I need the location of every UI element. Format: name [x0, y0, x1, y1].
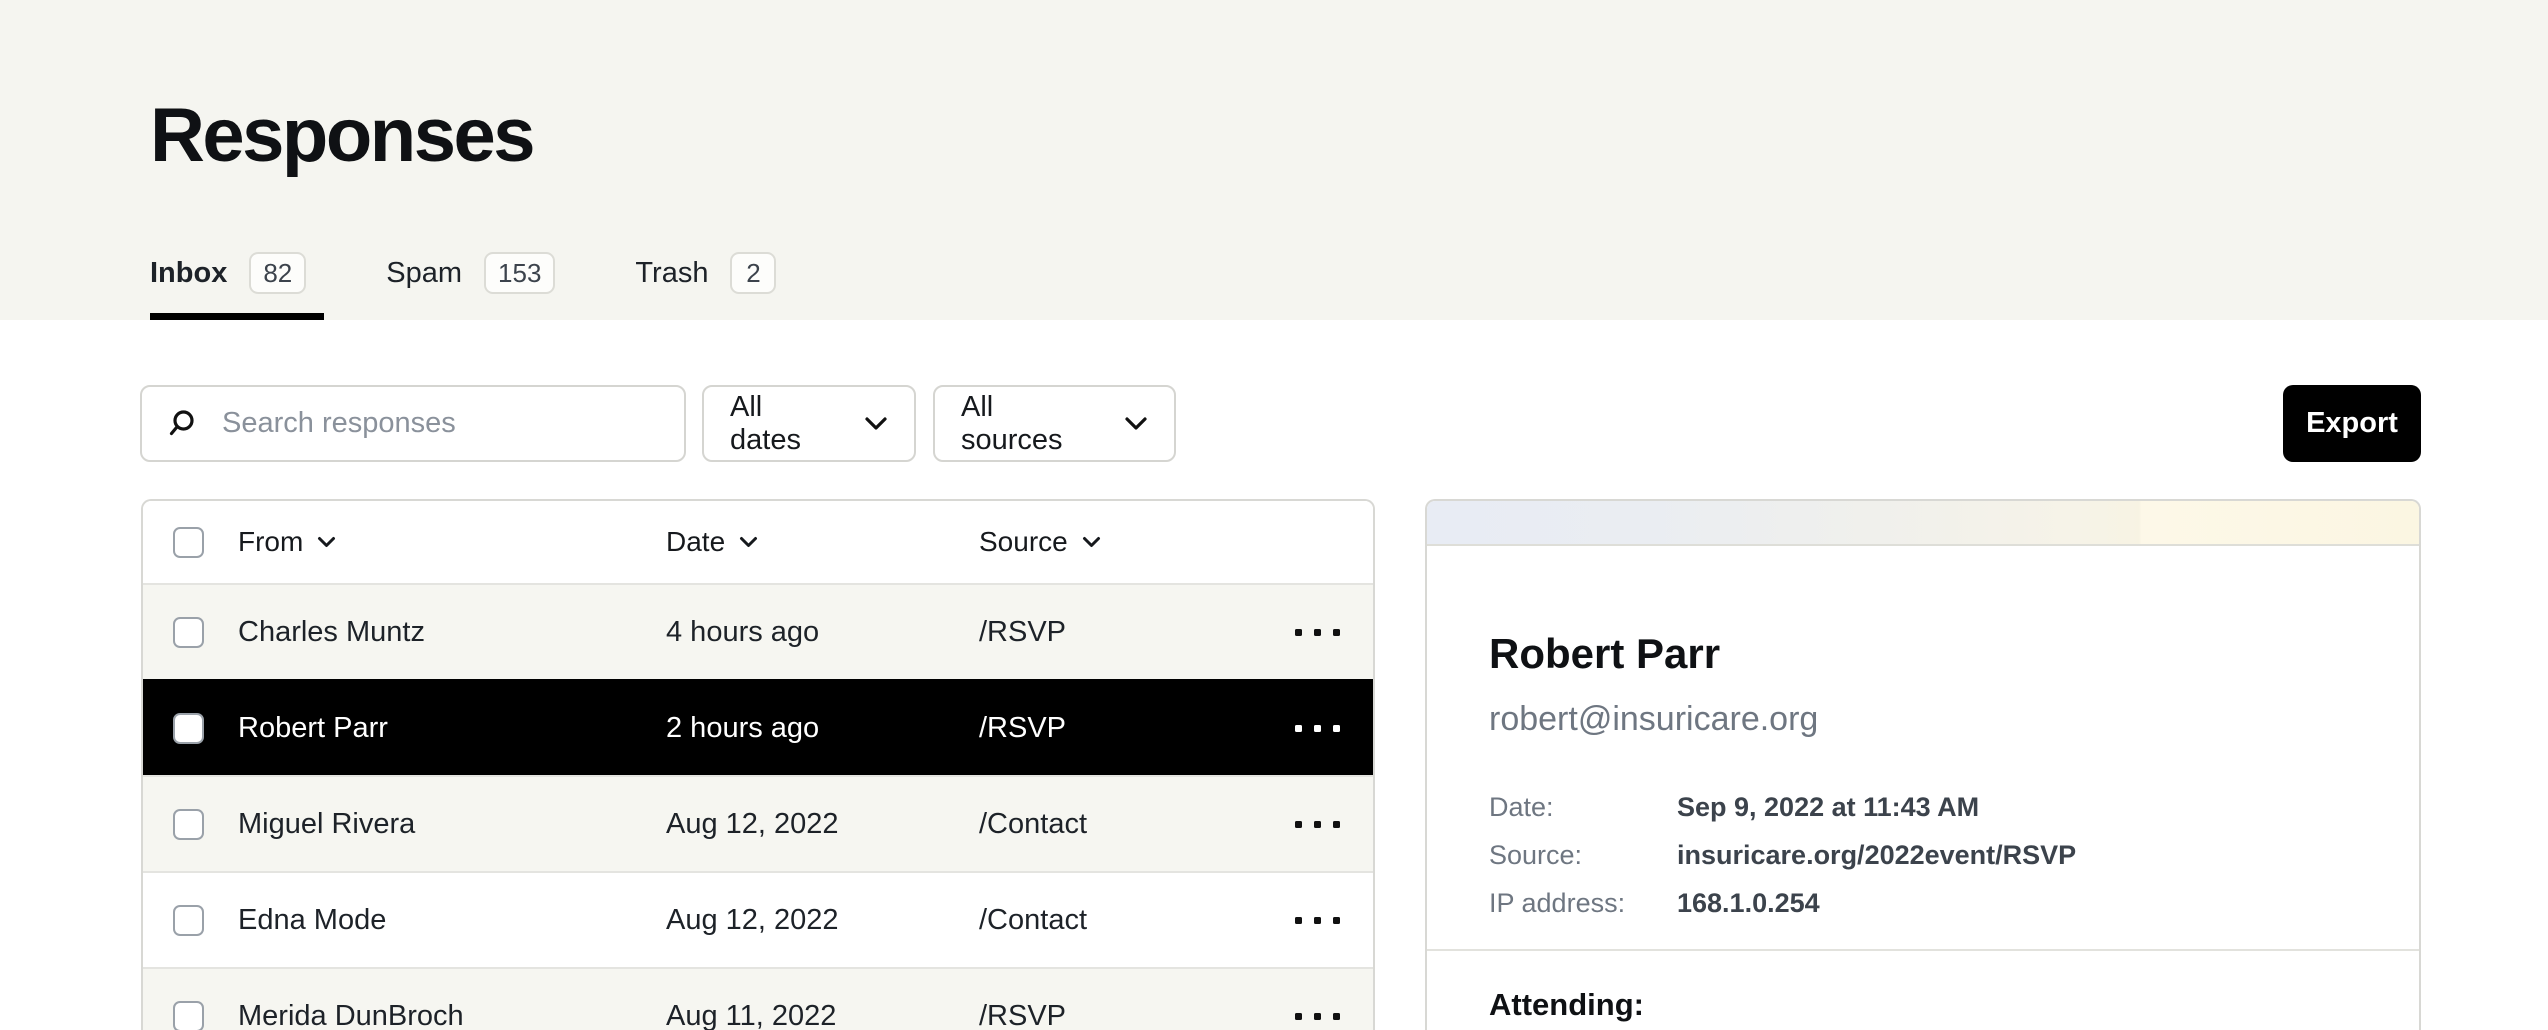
table-row[interactable]: Merida DunBroch Aug 11, 2022 /RSVP	[143, 967, 1373, 1030]
date-filter-value: All dates	[730, 391, 840, 457]
meta-row-source: Source: insuricare.org/2022event/RSVP	[1489, 831, 2357, 879]
row-name: Edna Mode	[238, 904, 666, 937]
meta-row-date: Date: Sep 9, 2022 at 11:43 AM	[1489, 783, 2357, 831]
tab-spam-count-badge: 153	[484, 252, 555, 294]
row-source: /RSVP	[979, 712, 1261, 745]
chevron-down-icon	[739, 536, 758, 549]
row-name: Charles Muntz	[238, 616, 666, 649]
detail-name: Robert Parr	[1489, 630, 2357, 678]
row-checkbox[interactable]	[173, 1001, 204, 1030]
search-box[interactable]	[140, 385, 686, 462]
tab-trash-label: Trash	[635, 257, 708, 290]
table-row[interactable]: Miguel Rivera Aug 12, 2022 /Contact	[143, 775, 1373, 871]
meta-label: Date:	[1489, 792, 1677, 823]
tab-inbox-count-badge: 82	[249, 252, 306, 294]
chevron-down-icon	[864, 416, 888, 432]
chevron-down-icon	[317, 536, 336, 549]
row-date: 2 hours ago	[666, 712, 979, 745]
source-filter-value: All sources	[961, 391, 1100, 457]
meta-value: Sep 9, 2022 at 11:43 AM	[1677, 792, 1979, 823]
table-row[interactable]: Charles Muntz 4 hours ago /RSVP	[143, 583, 1373, 679]
meta-label: Source:	[1489, 840, 1677, 871]
search-input[interactable]	[222, 407, 660, 440]
tab-bar: Inbox 82 Spam 153 Trash 2	[150, 252, 794, 320]
detail-meta: Date: Sep 9, 2022 at 11:43 AM Source: in…	[1489, 783, 2357, 927]
date-filter-dropdown[interactable]: All dates	[702, 385, 916, 462]
row-actions-menu-icon[interactable]	[1289, 615, 1346, 650]
detail-divider	[1427, 949, 2419, 951]
table-header-row: From Date Source	[143, 501, 1373, 583]
row-actions-menu-icon[interactable]	[1289, 903, 1346, 938]
detail-body: Robert Parr robert@insuricare.org Date: …	[1427, 630, 2419, 927]
detail-section-heading: Attending:	[1489, 987, 2357, 1023]
toolbar: All dates All sources Export	[0, 385, 2548, 462]
row-source: /Contact	[979, 808, 1261, 841]
row-name: Robert Parr	[238, 712, 666, 745]
column-header-source[interactable]: Source	[979, 526, 1261, 558]
row-source: /Contact	[979, 904, 1261, 937]
column-header-from[interactable]: From	[238, 526, 666, 558]
tab-inbox-label: Inbox	[150, 257, 227, 290]
chevron-down-icon	[1082, 536, 1101, 549]
column-header-date[interactable]: Date	[666, 526, 979, 558]
row-checkbox[interactable]	[173, 713, 204, 744]
row-actions-menu-icon[interactable]	[1289, 807, 1346, 842]
row-name: Merida DunBroch	[238, 1000, 666, 1030]
meta-value: insuricare.org/2022event/RSVP	[1677, 840, 2076, 871]
meta-value: 168.1.0.254	[1677, 888, 1820, 919]
table-body: Charles Muntz 4 hours ago /RSVP Robert P…	[143, 583, 1373, 1030]
row-source: /RSVP	[979, 1000, 1261, 1030]
tab-inbox[interactable]: Inbox 82	[150, 252, 324, 320]
row-actions-menu-icon[interactable]	[1289, 711, 1346, 746]
tab-spam-label: Spam	[386, 257, 462, 290]
source-filter-dropdown[interactable]: All sources	[933, 385, 1176, 462]
row-checkbox[interactable]	[173, 617, 204, 648]
search-icon	[166, 408, 198, 440]
response-detail-panel: Robert Parr robert@insuricare.org Date: …	[1425, 499, 2421, 1030]
row-date: Aug 11, 2022	[666, 1000, 979, 1030]
detail-gradient-banner	[1427, 501, 2419, 546]
row-actions-menu-icon[interactable]	[1289, 999, 1346, 1030]
tab-trash-count-badge: 2	[730, 252, 776, 294]
page-header: Responses Inbox 82 Spam 153 Trash 2	[0, 0, 2548, 320]
row-name: Miguel Rivera	[238, 808, 666, 841]
row-checkbox[interactable]	[173, 905, 204, 936]
detail-email: robert@insuricare.org	[1489, 700, 2357, 739]
select-all-checkbox[interactable]	[173, 527, 204, 558]
chevron-down-icon	[1124, 416, 1148, 432]
row-date: 4 hours ago	[666, 616, 979, 649]
export-button[interactable]: Export	[2283, 385, 2421, 462]
row-date: Aug 12, 2022	[666, 808, 979, 841]
tab-spam[interactable]: Spam 153	[386, 252, 573, 320]
page-title: Responses	[150, 92, 533, 179]
row-checkbox[interactable]	[173, 809, 204, 840]
tab-trash[interactable]: Trash 2	[635, 252, 794, 320]
table-row-selected[interactable]: Robert Parr 2 hours ago /RSVP	[143, 679, 1373, 775]
meta-label: IP address:	[1489, 888, 1677, 919]
meta-row-ip: IP address: 168.1.0.254	[1489, 879, 2357, 927]
table-row[interactable]: Edna Mode Aug 12, 2022 /Contact	[143, 871, 1373, 967]
row-date: Aug 12, 2022	[666, 904, 979, 937]
row-source: /RSVP	[979, 616, 1261, 649]
responses-table: From Date Source Charles Muntz 4 hours a…	[141, 499, 1375, 1030]
